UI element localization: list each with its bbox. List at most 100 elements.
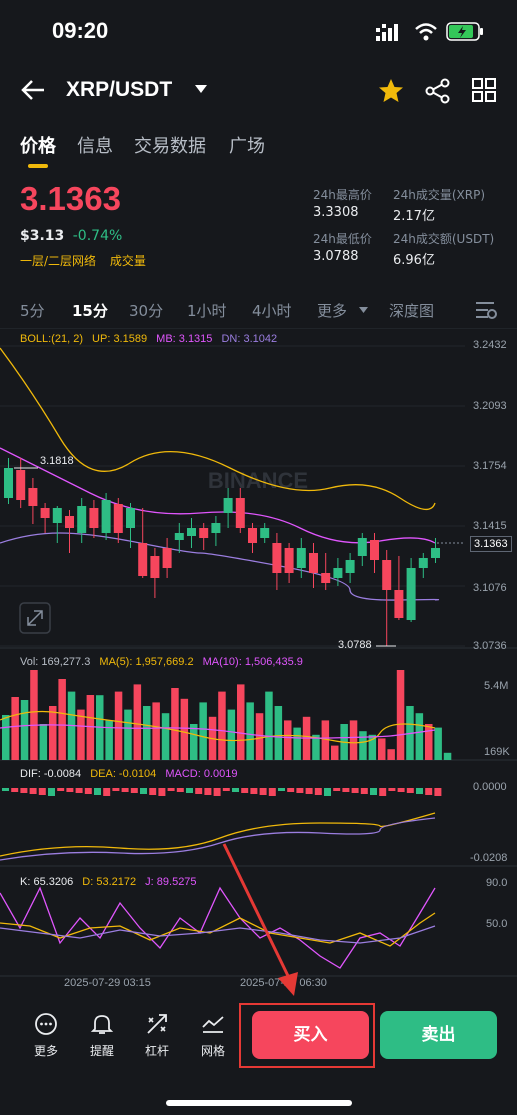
kdj-d: D: 53.2172 bbox=[82, 876, 137, 888]
favorite-star-icon[interactable] bbox=[378, 78, 404, 104]
expand-icon[interactable] bbox=[19, 602, 51, 634]
interval-1h[interactable]: 1小时 bbox=[187, 300, 227, 321]
macd-bar bbox=[121, 788, 129, 792]
candle-body bbox=[309, 553, 318, 573]
home-indicator bbox=[166, 1100, 352, 1106]
volume-bar bbox=[218, 691, 226, 760]
high-value: 3.3308 bbox=[313, 205, 359, 220]
macd-bar bbox=[370, 788, 377, 795]
macd-bar bbox=[130, 788, 138, 793]
interval-30m[interactable]: 30分 bbox=[129, 300, 163, 321]
candle-body bbox=[162, 548, 172, 568]
grid-trading-icon bbox=[202, 1016, 224, 1033]
candle-body bbox=[345, 560, 355, 573]
macd-bar bbox=[360, 788, 368, 794]
volume-bar bbox=[2, 715, 10, 760]
alert-button[interactable]: 提醒 bbox=[82, 1012, 122, 1059]
macd-bar bbox=[314, 788, 322, 795]
interval-4h[interactable]: 4小时 bbox=[252, 300, 292, 321]
vol-value: Vol: 169,277.3 bbox=[20, 656, 91, 668]
candle-body bbox=[40, 508, 50, 518]
dea-line bbox=[0, 812, 436, 857]
high-label: 24h最高价 bbox=[313, 188, 372, 202]
kdj-tick: 90.0 bbox=[486, 877, 508, 889]
candle-body bbox=[126, 508, 135, 528]
kdj-panel bbox=[0, 886, 436, 969]
back-arrow-icon[interactable] bbox=[20, 78, 46, 102]
macd-tick: 0.0000 bbox=[473, 781, 507, 793]
grid-label: 网格 bbox=[200, 1044, 225, 1058]
volume-tag[interactable]: 成交量 bbox=[110, 254, 146, 268]
more-button[interactable]: 更多 bbox=[26, 1012, 66, 1059]
signal-icon bbox=[376, 24, 398, 41]
candle-body bbox=[77, 506, 87, 533]
interval-15m[interactable]: 15分 bbox=[72, 300, 108, 321]
volume-bar bbox=[190, 724, 198, 760]
macd-bar bbox=[167, 788, 175, 791]
tab-price[interactable]: 价格 bbox=[20, 132, 56, 158]
candle-body bbox=[211, 523, 221, 533]
alert-label: 提醒 bbox=[89, 1044, 114, 1058]
interval-bar: 5分 15分 30分 1小时 4小时 更多 深度图 bbox=[0, 296, 517, 326]
network-tag[interactable]: 一层/二层网络 bbox=[20, 254, 96, 268]
volume-bar bbox=[124, 709, 132, 760]
price-tick: 3.0736 bbox=[473, 640, 507, 652]
macd-bar bbox=[48, 788, 55, 796]
volume-bar bbox=[425, 724, 433, 760]
macd-bar bbox=[38, 788, 46, 795]
candle-body bbox=[272, 543, 282, 573]
macd-bar bbox=[259, 788, 267, 795]
share-icon[interactable] bbox=[425, 78, 451, 104]
macd-bar bbox=[149, 788, 157, 795]
volume-bar bbox=[331, 745, 339, 760]
chart-settings-icon[interactable] bbox=[474, 300, 498, 320]
candle-body bbox=[174, 533, 184, 540]
bell-icon bbox=[90, 1015, 114, 1034]
price-tick: 3.1415 bbox=[473, 520, 507, 532]
sell-button[interactable]: 卖出 bbox=[380, 1011, 497, 1059]
grid-button[interactable]: 网格 bbox=[193, 1012, 233, 1059]
volume-bar bbox=[143, 706, 151, 760]
macd-indicator-line: DIF: -0.0084 DEA: -0.0104 MACD: 0.0019 bbox=[20, 768, 237, 780]
macd-bar bbox=[66, 788, 74, 792]
candle-body bbox=[138, 543, 148, 576]
active-tab-indicator bbox=[28, 164, 48, 168]
kdj-indicator-line: K: 65.3206 D: 53.2172 J: 89.5275 bbox=[20, 876, 197, 888]
volume-bar bbox=[274, 706, 283, 760]
volume-bar bbox=[284, 720, 292, 760]
tab-trading-data[interactable]: 交易数据 bbox=[134, 132, 206, 158]
volume-bar bbox=[86, 695, 95, 760]
pair-dropdown-icon[interactable] bbox=[194, 84, 208, 94]
candle-body bbox=[101, 500, 111, 533]
macd-bar bbox=[268, 788, 276, 796]
volume-bar bbox=[378, 738, 386, 760]
low-marker: 3.0788 bbox=[338, 639, 372, 651]
interval-more[interactable]: 更多 bbox=[317, 300, 347, 321]
current-price-tag: 3.1363 bbox=[470, 536, 512, 552]
macd-bar bbox=[278, 788, 285, 791]
kdj-d-line bbox=[0, 912, 436, 947]
interval-5m[interactable]: 5分 bbox=[20, 300, 45, 321]
amount-value: 6.96亿 bbox=[393, 253, 435, 268]
vol-ma5: MA(5): 1,957,669.2 bbox=[99, 656, 194, 668]
candle-body bbox=[52, 508, 62, 523]
more-label: 更多 bbox=[33, 1044, 58, 1058]
leverage-button[interactable]: 杠杆 bbox=[137, 1012, 177, 1059]
more-dropdown-icon[interactable] bbox=[358, 306, 369, 314]
pair-title[interactable]: XRP/USDT bbox=[66, 78, 172, 102]
macd-bar bbox=[213, 788, 221, 796]
grid-menu-icon[interactable] bbox=[472, 78, 496, 102]
price-tick: 3.1076 bbox=[473, 582, 507, 594]
volume-bar bbox=[227, 709, 236, 760]
buy-button[interactable]: 买入 bbox=[252, 1011, 369, 1059]
boll-dn: DN: 3.1042 bbox=[221, 333, 278, 345]
depth-chart-tab[interactable]: 深度图 bbox=[389, 300, 434, 321]
tab-info[interactable]: 信息 bbox=[77, 132, 113, 158]
annotation-arrow bbox=[222, 843, 298, 996]
tab-square[interactable]: 广场 bbox=[229, 132, 265, 158]
macd-bar bbox=[324, 788, 331, 796]
kdj-k: K: 65.3206 bbox=[20, 876, 74, 888]
macd-bar bbox=[112, 788, 120, 791]
price-tick: 3.2093 bbox=[473, 400, 507, 412]
volume-bar bbox=[443, 752, 452, 760]
